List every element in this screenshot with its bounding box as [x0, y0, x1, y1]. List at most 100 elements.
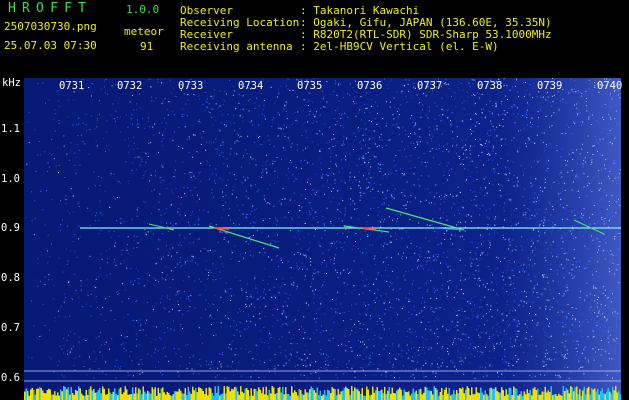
noise-dot: [557, 179, 559, 181]
noise-dot: [76, 256, 78, 258]
noise-dot: [282, 278, 284, 280]
noise-dot: [290, 197, 292, 199]
noise-dot: [602, 364, 604, 366]
noise-dot: [233, 90, 235, 92]
noise-dot: [180, 203, 182, 205]
noise-dot: [436, 298, 438, 299]
noise-dot: [452, 195, 454, 197]
noise-dot: [247, 100, 249, 102]
noise-dot: [346, 138, 347, 140]
noise-dot: [334, 179, 336, 181]
noise-dot: [347, 116, 349, 118]
noise-dot: [541, 190, 543, 192]
noise-dot: [349, 333, 351, 335]
noise-dot: [319, 245, 321, 247]
noise-dot: [428, 269, 429, 271]
noise-dot: [498, 376, 499, 378]
noise-dot: [260, 296, 261, 298]
noise-dot: [166, 226, 168, 228]
noise-dot: [289, 162, 291, 163]
noise-dot: [304, 159, 306, 161]
noise-dot: [315, 211, 317, 213]
noise-dot: [441, 303, 443, 305]
noise-dot: [530, 182, 532, 184]
noise-dot: [482, 108, 484, 110]
noise-dot: [490, 305, 492, 307]
noise-dot: [309, 338, 311, 340]
noise-dot: [275, 255, 277, 257]
noise-dot: [539, 223, 541, 225]
noise-dot: [424, 188, 426, 190]
noise-dot: [178, 145, 180, 147]
noise-dot: [418, 354, 420, 356]
noise-dot: [608, 125, 610, 127]
noise-dot: [239, 310, 241, 312]
noise-dot: [408, 236, 410, 238]
noise-dot: [287, 178, 289, 179]
noise-dot: [238, 308, 240, 310]
noise-dot: [395, 232, 397, 234]
noise-dot: [565, 233, 566, 235]
noise-dot: [518, 304, 520, 306]
noise-dot: [618, 248, 620, 250]
noise-dot: [210, 324, 212, 326]
noise-dot: [77, 123, 79, 125]
noise-dot: [499, 189, 501, 191]
noise-dot: [313, 272, 315, 274]
noise-dot: [426, 141, 428, 143]
noise-dot: [582, 143, 584, 145]
noise-dot: [100, 88, 102, 90]
noise-dot: [199, 98, 200, 100]
noise-dot: [413, 126, 415, 128]
noise-dot: [305, 254, 307, 256]
noise-dot: [192, 180, 194, 182]
noise-dot: [538, 200, 540, 202]
noise-dot: [363, 303, 365, 305]
noise-dot: [285, 101, 287, 103]
noise-dot: [557, 311, 559, 313]
noise-dot: [334, 182, 336, 184]
noise-dot: [260, 330, 261, 332]
noise-dot: [256, 230, 258, 232]
noise-dot: [387, 264, 389, 266]
noise-dot: [527, 327, 528, 328]
noise-dot: [604, 316, 606, 317]
noise-dot: [365, 144, 366, 146]
noise-dot: [253, 315, 255, 317]
noise-dot: [514, 310, 516, 312]
noise-dot: [57, 147, 59, 149]
noise-dot: [547, 130, 549, 132]
noise-dot: [393, 118, 395, 120]
noise-dot: [363, 377, 365, 379]
noise-dot: [390, 235, 392, 237]
noise-dot: [326, 293, 328, 295]
noise-dot: [198, 223, 200, 225]
noise-dot: [280, 326, 282, 328]
noise-dot: [529, 306, 531, 307]
noise-dot: [160, 221, 162, 223]
noise-dot: [105, 131, 107, 133]
noise-dot: [489, 362, 491, 364]
noise-dot: [559, 162, 561, 164]
noise-dot: [584, 357, 586, 359]
noise-dot: [476, 122, 478, 124]
noise-dot: [389, 328, 390, 330]
noise-dot: [442, 119, 444, 121]
noise-dot: [158, 281, 159, 282]
noise-dot: [557, 301, 559, 303]
noise-dot: [253, 216, 255, 218]
noise-dot: [592, 145, 594, 147]
noise-dot: [205, 360, 207, 362]
noise-dot: [313, 269, 315, 271]
noise-dot: [464, 345, 466, 347]
noise-dot: [292, 113, 294, 115]
noise-dot: [588, 188, 590, 189]
noise-dot: [604, 189, 606, 191]
noise-dot: [464, 333, 465, 335]
noise-dot: [226, 158, 228, 160]
noise-dot: [123, 317, 125, 319]
noise-dot: [273, 248, 275, 250]
noise-dot: [232, 340, 234, 342]
noise-dot: [233, 222, 235, 224]
noise-dot: [67, 260, 69, 262]
